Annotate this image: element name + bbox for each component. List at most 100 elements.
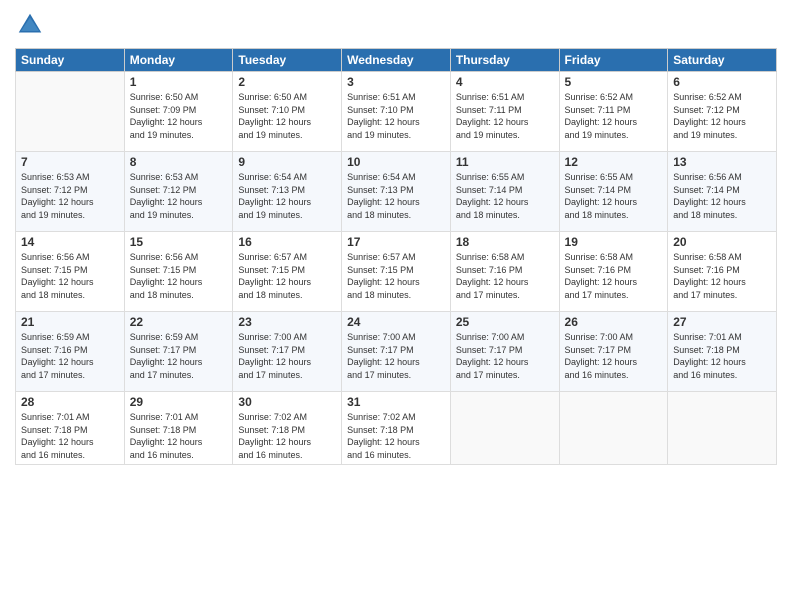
sunset-text: Sunset: 7:12 PM <box>21 184 119 197</box>
sunrise-text: Sunrise: 7:00 AM <box>238 331 336 344</box>
calendar-cell: 14Sunrise: 6:56 AMSunset: 7:15 PMDayligh… <box>16 232 125 312</box>
daylight-text-1: Daylight: 12 hours <box>21 196 119 209</box>
daylight-text-2: and 18 minutes. <box>456 209 554 222</box>
sunset-text: Sunset: 7:18 PM <box>21 424 119 437</box>
day-number: 31 <box>347 395 445 409</box>
sunset-text: Sunset: 7:10 PM <box>238 104 336 117</box>
calendar-cell: 18Sunrise: 6:58 AMSunset: 7:16 PMDayligh… <box>450 232 559 312</box>
day-number: 15 <box>130 235 228 249</box>
calendar-cell: 30Sunrise: 7:02 AMSunset: 7:18 PMDayligh… <box>233 392 342 465</box>
sunset-text: Sunset: 7:11 PM <box>456 104 554 117</box>
daylight-text-1: Daylight: 12 hours <box>347 436 445 449</box>
daylight-text-2: and 18 minutes. <box>21 289 119 302</box>
page: SundayMondayTuesdayWednesdayThursdayFrid… <box>0 0 792 612</box>
day-number: 30 <box>238 395 336 409</box>
daylight-text-1: Daylight: 12 hours <box>130 276 228 289</box>
daylight-text-1: Daylight: 12 hours <box>238 436 336 449</box>
sunset-text: Sunset: 7:17 PM <box>456 344 554 357</box>
daylight-text-2: and 18 minutes. <box>347 209 445 222</box>
daylight-text-2: and 19 minutes. <box>456 129 554 142</box>
cell-info: Sunrise: 6:56 AMSunset: 7:15 PMDaylight:… <box>21 251 119 301</box>
sunset-text: Sunset: 7:18 PM <box>238 424 336 437</box>
sunset-text: Sunset: 7:15 PM <box>21 264 119 277</box>
day-number: 22 <box>130 315 228 329</box>
sunrise-text: Sunrise: 6:57 AM <box>238 251 336 264</box>
sunset-text: Sunset: 7:15 PM <box>347 264 445 277</box>
sunrise-text: Sunrise: 6:55 AM <box>565 171 663 184</box>
sunset-text: Sunset: 7:14 PM <box>673 184 771 197</box>
calendar-cell: 15Sunrise: 6:56 AMSunset: 7:15 PMDayligh… <box>124 232 233 312</box>
daylight-text-2: and 17 minutes. <box>565 289 663 302</box>
daylight-text-1: Daylight: 12 hours <box>238 116 336 129</box>
daylight-text-2: and 17 minutes. <box>130 369 228 382</box>
daylight-text-1: Daylight: 12 hours <box>456 196 554 209</box>
daylight-text-1: Daylight: 12 hours <box>130 116 228 129</box>
sunrise-text: Sunrise: 6:54 AM <box>347 171 445 184</box>
daylight-text-2: and 16 minutes. <box>21 449 119 462</box>
daylight-text-2: and 16 minutes. <box>565 369 663 382</box>
sunset-text: Sunset: 7:12 PM <box>130 184 228 197</box>
sunrise-text: Sunrise: 6:51 AM <box>347 91 445 104</box>
day-number: 12 <box>565 155 663 169</box>
daylight-text-2: and 19 minutes. <box>130 209 228 222</box>
calendar-cell: 16Sunrise: 6:57 AMSunset: 7:15 PMDayligh… <box>233 232 342 312</box>
day-number: 21 <box>21 315 119 329</box>
day-number: 19 <box>565 235 663 249</box>
daylight-text-2: and 19 minutes. <box>238 129 336 142</box>
calendar-table: SundayMondayTuesdayWednesdayThursdayFrid… <box>15 48 777 465</box>
sunrise-text: Sunrise: 6:57 AM <box>347 251 445 264</box>
cell-info: Sunrise: 7:00 AMSunset: 7:17 PMDaylight:… <box>238 331 336 381</box>
daylight-text-1: Daylight: 12 hours <box>238 356 336 369</box>
daylight-text-1: Daylight: 12 hours <box>21 356 119 369</box>
sunset-text: Sunset: 7:10 PM <box>347 104 445 117</box>
sunrise-text: Sunrise: 6:56 AM <box>673 171 771 184</box>
daylight-text-1: Daylight: 12 hours <box>673 356 771 369</box>
day-number: 29 <box>130 395 228 409</box>
calendar-week-row: 1Sunrise: 6:50 AMSunset: 7:09 PMDaylight… <box>16 72 777 152</box>
cell-info: Sunrise: 6:55 AMSunset: 7:14 PMDaylight:… <box>456 171 554 221</box>
cell-info: Sunrise: 6:51 AMSunset: 7:10 PMDaylight:… <box>347 91 445 141</box>
day-number: 7 <box>21 155 119 169</box>
daylight-text-1: Daylight: 12 hours <box>565 196 663 209</box>
cell-info: Sunrise: 6:58 AMSunset: 7:16 PMDaylight:… <box>456 251 554 301</box>
daylight-text-1: Daylight: 12 hours <box>21 436 119 449</box>
cell-info: Sunrise: 6:53 AMSunset: 7:12 PMDaylight:… <box>21 171 119 221</box>
cell-info: Sunrise: 6:56 AMSunset: 7:14 PMDaylight:… <box>673 171 771 221</box>
sunset-text: Sunset: 7:15 PM <box>130 264 228 277</box>
daylight-text-1: Daylight: 12 hours <box>565 276 663 289</box>
calendar-week-row: 28Sunrise: 7:01 AMSunset: 7:18 PMDayligh… <box>16 392 777 465</box>
cell-info: Sunrise: 6:52 AMSunset: 7:11 PMDaylight:… <box>565 91 663 141</box>
sunset-text: Sunset: 7:18 PM <box>673 344 771 357</box>
calendar-week-row: 14Sunrise: 6:56 AMSunset: 7:15 PMDayligh… <box>16 232 777 312</box>
calendar-cell: 21Sunrise: 6:59 AMSunset: 7:16 PMDayligh… <box>16 312 125 392</box>
sunrise-text: Sunrise: 7:02 AM <box>347 411 445 424</box>
calendar-cell: 26Sunrise: 7:00 AMSunset: 7:17 PMDayligh… <box>559 312 668 392</box>
day-number: 6 <box>673 75 771 89</box>
daylight-text-2: and 17 minutes. <box>21 369 119 382</box>
daylight-text-1: Daylight: 12 hours <box>565 356 663 369</box>
calendar-cell: 23Sunrise: 7:00 AMSunset: 7:17 PMDayligh… <box>233 312 342 392</box>
calendar-cell: 3Sunrise: 6:51 AMSunset: 7:10 PMDaylight… <box>342 72 451 152</box>
calendar-header-sunday: Sunday <box>16 49 125 72</box>
sunrise-text: Sunrise: 6:58 AM <box>456 251 554 264</box>
day-number: 16 <box>238 235 336 249</box>
calendar-cell: 6Sunrise: 6:52 AMSunset: 7:12 PMDaylight… <box>668 72 777 152</box>
cell-info: Sunrise: 6:58 AMSunset: 7:16 PMDaylight:… <box>673 251 771 301</box>
header <box>15 10 777 40</box>
sunset-text: Sunset: 7:15 PM <box>238 264 336 277</box>
daylight-text-2: and 19 minutes. <box>565 129 663 142</box>
daylight-text-1: Daylight: 12 hours <box>21 276 119 289</box>
calendar-week-row: 7 Sunrise: 6:53 AMSunset: 7:12 PMDaylight… <box>16 152 777 232</box>
cell-info: Sunrise: 6:50 AMSunset: 7:09 PMDaylight:… <box>130 91 228 141</box>
calendar-header-saturday: Saturday <box>668 49 777 72</box>
day-number: 24 <box>347 315 445 329</box>
calendar-cell: 20Sunrise: 6:58 AMSunset: 7:16 PMDayligh… <box>668 232 777 312</box>
daylight-text-2: and 19 minutes. <box>673 129 771 142</box>
daylight-text-2: and 19 minutes. <box>21 209 119 222</box>
cell-info: Sunrise: 7:00 AMSunset: 7:17 PMDaylight:… <box>347 331 445 381</box>
calendar-cell: 8Sunrise: 6:53 AMSunset: 7:12 PMDaylight… <box>124 152 233 232</box>
sunrise-text: Sunrise: 6:52 AM <box>565 91 663 104</box>
day-number: 9 <box>238 155 336 169</box>
sunrise-text: Sunrise: 7:01 AM <box>673 331 771 344</box>
sunset-text: Sunset: 7:11 PM <box>565 104 663 117</box>
